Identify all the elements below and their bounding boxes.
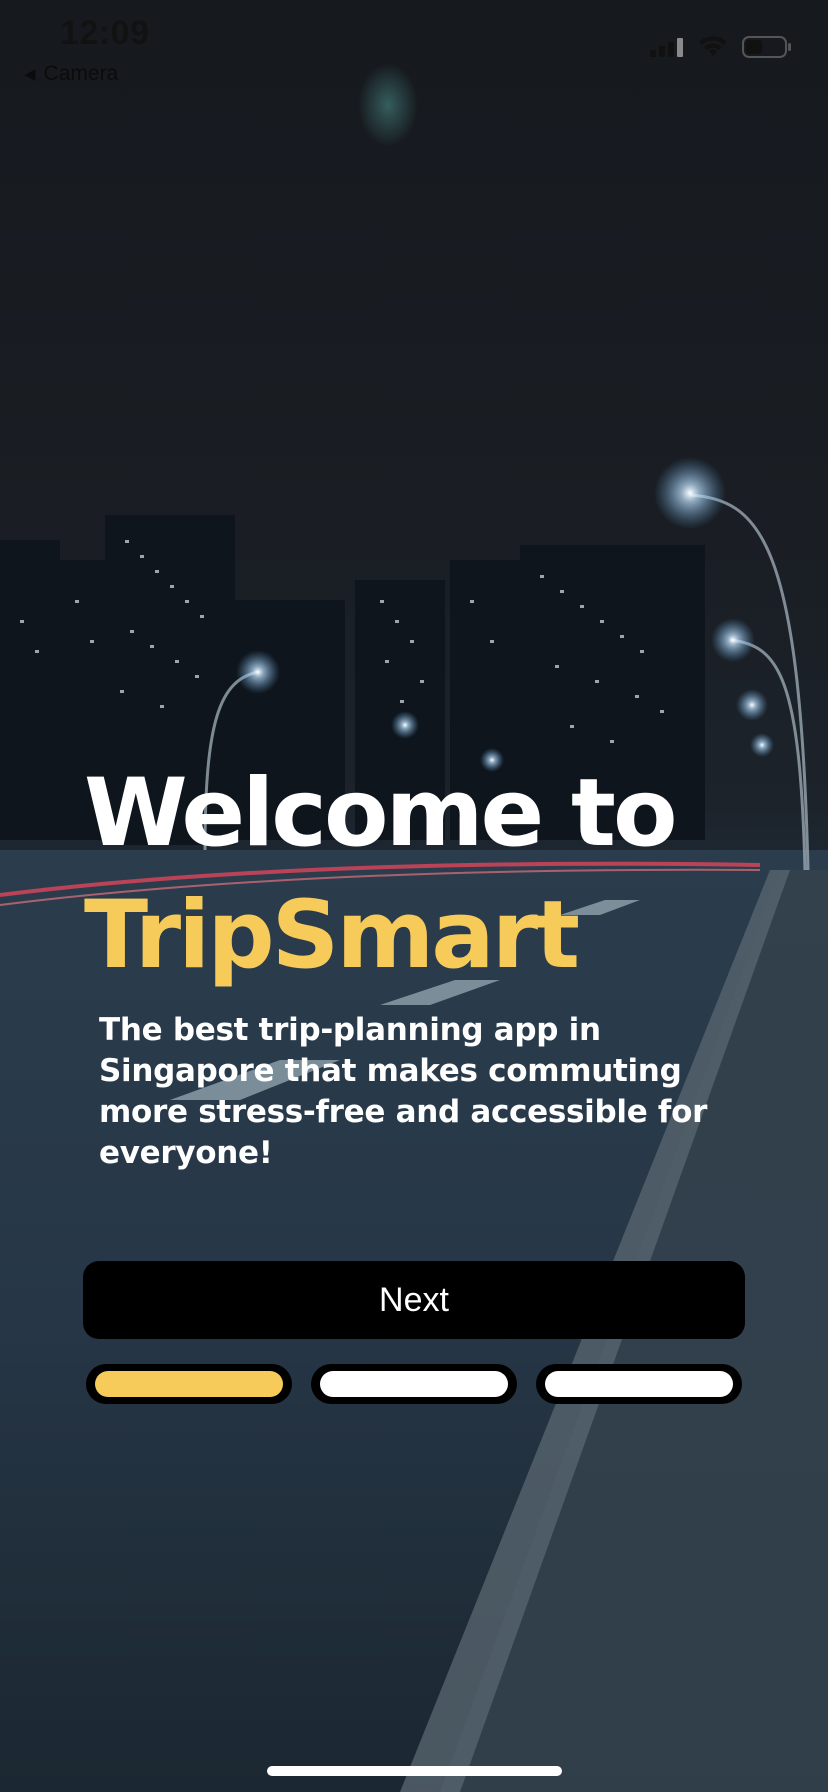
- home-indicator[interactable]: [267, 1766, 562, 1776]
- status-bar-time: 12:09: [60, 14, 150, 52]
- battery-icon: [742, 36, 791, 58]
- status-icons: [650, 36, 792, 58]
- cellular-signal-icon: [650, 38, 683, 57]
- page-indicator-3[interactable]: [536, 1364, 742, 1404]
- back-to-camera-link[interactable]: ◀ Camera: [24, 62, 118, 86]
- back-triangle-icon: ◀: [24, 66, 36, 83]
- welcome-subtitle: The best trip-planning app in Singapore …: [99, 1012, 708, 1171]
- page-indicator-1[interactable]: [86, 1364, 292, 1404]
- onboarding-page-indicator: [86, 1364, 742, 1404]
- wifi-icon: [699, 36, 727, 56]
- next-button[interactable]: Next: [83, 1261, 745, 1339]
- back-label: Camera: [43, 62, 119, 85]
- app-name-title: TripSmart: [84, 881, 580, 990]
- welcome-title-line1: Welcome to: [84, 759, 678, 868]
- page-indicator-2[interactable]: [311, 1364, 517, 1404]
- welcome-title: Welcome to TripSmart: [84, 753, 678, 997]
